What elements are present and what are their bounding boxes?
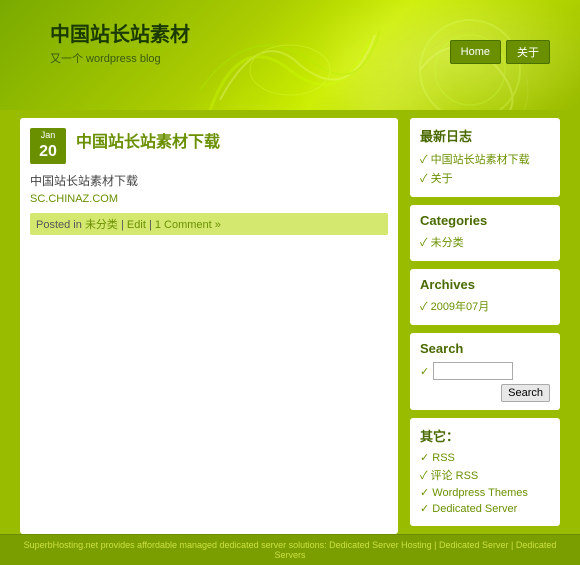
archives-list: 2009年07月 [420,298,550,314]
recent-posts-section: 最新日志 中国站长站素材下载 关于 [410,118,560,197]
site-subtitle: 又一个 wordpress blog [50,50,190,66]
categories-list: 未分类 [420,234,550,250]
content-area: Jan 20 中国站长站素材下载 中国站长站素材下载 SC.CHINAZ.COM… [20,118,398,534]
post-date-box: Jan 20 [30,128,66,164]
list-item: 评论 RSS [420,467,550,483]
recent-posts-list: 中国站长站素材下载 关于 [420,151,550,186]
post-header: Jan 20 中国站长站素材下载 [30,128,388,164]
search-title: Search [420,341,550,356]
archives-title: Archives [420,277,550,292]
post-title: 中国站长站素材下载 [76,128,220,152]
search-section: Search ✓ Search [410,333,560,410]
list-item: 关于 [420,170,550,186]
main-area: Jan 20 中国站长站素材下载 中国站长站素材下载 SC.CHINAZ.COM… [0,110,580,534]
categories-title: Categories [420,213,550,228]
other-links-title: 其它： [420,426,550,445]
search-input[interactable] [433,362,513,380]
recent-post-link-2[interactable]: 关于 [431,173,453,185]
post-day: 20 [34,142,62,163]
post-excerpt: 中国站长站素材下载 [30,172,388,189]
site-header: 中国站长站素材 又一个 wordpress blog Home 关于 [0,0,580,110]
post-category-link[interactable]: 未分类 [85,219,118,231]
other-links-list: RSS 评论 RSS Wordpress Themes Dedicated Se… [420,451,550,515]
category-link-1[interactable]: 未分类 [431,237,464,249]
search-button[interactable]: Search [501,384,550,402]
post-link: SC.CHINAZ.COM [30,193,388,205]
post-meta: Posted in 未分类 | Edit | 1 Comment » [30,213,388,235]
about-button[interactable]: 关于 [506,40,550,64]
other-link-1[interactable]: RSS [432,452,455,464]
list-item: Dedicated Server [420,502,550,515]
search-check-icon: ✓ [420,365,429,378]
nav-buttons: Home 关于 [450,40,550,64]
categories-section: Categories 未分类 [410,205,560,261]
list-item: RSS [420,451,550,464]
footer-text: SuperbHosting.net provides affordable ma… [24,540,557,560]
other-link-3[interactable]: Wordpress Themes [432,487,528,499]
sidebar: 最新日志 中国站长站素材下载 关于 Categories 未分类 Archive… [410,118,560,534]
footer: SuperbHosting.net provides affordable ma… [0,534,580,565]
other-links-section: 其它： RSS 评论 RSS Wordpress Themes Dedicate… [410,418,560,526]
archives-section: Archives 2009年07月 [410,269,560,325]
list-item: 中国站长站素材下载 [420,151,550,167]
recent-post-link-1[interactable]: 中国站长站素材下载 [431,154,530,166]
home-button[interactable]: Home [450,40,501,64]
post-month: Jan [34,130,62,142]
posted-in-label: Posted in [36,219,82,231]
other-link-4[interactable]: Dedicated Server [432,503,517,515]
list-item: 2009年07月 [420,298,550,314]
other-link-2[interactable]: 评论 RSS [431,470,479,482]
post-edit-link[interactable]: Edit [127,219,146,231]
list-item: Wordpress Themes [420,486,550,499]
site-title: 中国站长站素材 [50,18,190,47]
archive-link-1[interactable]: 2009年07月 [431,301,490,313]
list-item: 未分类 [420,234,550,250]
site-title-area: 中国站长站素材 又一个 wordpress blog [50,18,190,66]
search-row: ✓ [420,362,550,380]
post-comment-link[interactable]: 1 Comment » [155,219,221,231]
recent-posts-title: 最新日志 [420,126,550,145]
